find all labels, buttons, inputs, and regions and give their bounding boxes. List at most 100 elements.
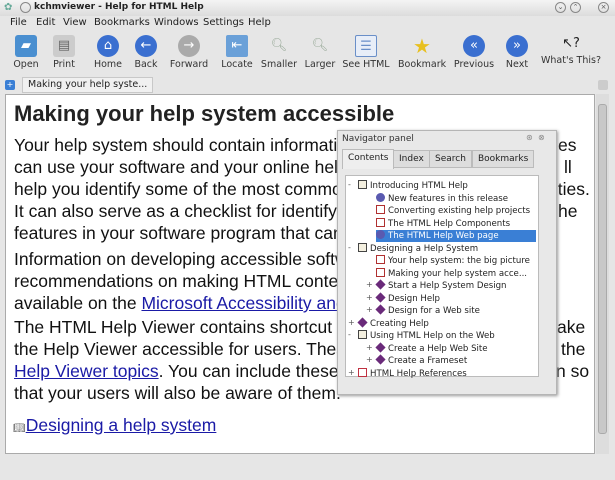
tree-item-label: New features in this release [388,193,509,204]
scrollbar-thumb[interactable] [598,104,607,434]
tree-item[interactable]: The HTML Help Components [376,217,510,230]
paragraph-line: recommendations on making HTML content [14,271,353,292]
tree-item[interactable]: Start a Help System Design [375,279,507,292]
home-button[interactable]: ⌂ Home [90,31,126,75]
tree-item[interactable]: The HTML Help Web page [376,230,536,242]
tab-index[interactable]: Index [393,150,430,168]
vertical-scrollbar[interactable] [596,94,609,454]
menu-view[interactable]: View [63,17,87,28]
tab-search[interactable]: Search [429,150,472,168]
expand-toggle[interactable]: + [348,318,355,327]
inline-link[interactable]: Help Viewer topics [14,361,159,381]
tree-item[interactable]: Using HTML Help on the Web [358,330,495,342]
zoom-out-icon: 🔍︎ [270,38,288,53]
next-button[interactable]: » Next [502,31,532,75]
page-icon [376,267,385,277]
menu-edit[interactable]: Edit [36,17,55,28]
line-text: that your users will also be aware of th… [14,383,341,403]
line-text-right: es [558,135,577,155]
book-icon [358,367,367,377]
tree-item[interactable]: Create a Help Web Site [375,341,488,355]
larger-button[interactable]: 🔍︎ Larger [301,31,339,75]
expand-toggle[interactable]: + [366,355,373,364]
smaller-button[interactable]: 🔍︎ Smaller [259,31,299,75]
locate-icon: ⇤ [226,35,248,57]
tree-item[interactable]: Your help system: the big picture [376,255,530,267]
menu-file[interactable]: File [10,17,27,28]
line-text-right: ll [564,157,572,177]
tree-item[interactable]: Design Help [375,291,440,305]
tree-item[interactable]: Converting existing help projects [376,205,530,217]
line-text-right: ake [557,317,586,337]
menu-bookmarks[interactable]: Bookmarks [94,17,150,28]
line-text: available on the [14,293,142,313]
tree-item[interactable]: Creating Help [357,316,429,330]
tree-item[interactable]: Introducing HTML Help [358,180,468,192]
menu-windows[interactable]: Windows [154,17,199,28]
inline-link[interactable]: Microsoft Accessibility and [141,293,345,313]
collapse-toggle[interactable]: - [348,330,351,339]
see-html-button[interactable]: ☰ See HTML [342,31,390,75]
book-icon [375,304,386,315]
sticky-button[interactable] [20,2,31,13]
status-bar [0,456,615,480]
print-button[interactable]: ▤ Print [46,31,82,75]
line-text: . You can include these t [158,361,349,381]
page-icon [376,192,385,202]
tree-item[interactable]: HTML Help References [358,367,467,380]
expand-toggle[interactable]: + [366,280,373,289]
app-icon: ✿ [4,2,13,13]
close-button[interactable]: × [598,2,609,13]
designing-help-system-link[interactable]: Designing a help system [26,415,217,435]
navigator-title: Navigator panel [342,134,414,144]
menu-settings[interactable]: Settings [203,17,244,28]
menu-help[interactable]: Help [248,17,271,28]
tree-item[interactable]: Designing a Help System [358,242,478,255]
line-text: features in your software program that c… [14,223,358,243]
locate-button[interactable]: ⇤ Locate [218,31,256,75]
expand-toggle[interactable]: + [366,305,373,314]
line-text: Information on developing accessible sof… [14,249,348,269]
paragraph-line: available on the Microsoft Accessibility… [14,293,346,314]
forward-button[interactable]: → Forward [166,31,212,75]
minimize-button[interactable]: ⌄ [555,2,566,13]
expand-toggle[interactable]: + [366,293,373,302]
printer-icon: ▤ [53,35,75,57]
zoom-in-icon: 🔍︎ [311,38,329,53]
paragraph-line: Help Viewer topics. You can include thes… [14,361,348,382]
open-button[interactable]: ▰ Open [8,31,44,75]
float-panel-button[interactable]: ⊛ [526,133,533,142]
tree-item-label: Design Help [388,293,440,304]
paragraph-line: The HTML Help Viewer contains shortcut k… [14,317,355,338]
close-panel-button[interactable]: ⊗ [538,133,545,142]
folder-open-icon: ▰ [15,35,37,57]
whats-this-button[interactable]: ↖? What's This? [538,31,604,75]
collapse-toggle[interactable]: - [348,243,351,252]
paragraph-line: features in your software program that c… [14,223,357,244]
tab-bookmarks[interactable]: Bookmarks [472,150,535,168]
collapse-toggle[interactable]: - [348,180,351,189]
line-text: can use your software and your online he… [14,157,353,177]
close-tab-button[interactable] [598,80,608,90]
expand-toggle[interactable]: + [348,368,355,377]
tab-contents[interactable]: Contents [342,149,395,169]
bookmark-button[interactable]: ★ Bookmark [398,31,446,75]
tree-item[interactable]: Create a Frameset [375,354,468,367]
html-source-icon: ☰ [355,35,377,57]
line-text-right: n so [556,361,590,381]
maximize-button[interactable]: ⌃ [570,2,581,13]
back-button[interactable]: ← Back [128,31,164,75]
line-text-right: he [558,201,578,221]
expand-toggle[interactable]: + [366,343,373,352]
previous-button[interactable]: «Previous [452,31,496,75]
new-tab-button[interactable]: + [5,80,15,90]
tab-bar: + Making your help syste... [0,76,615,94]
book-icon [375,354,386,365]
tree-item[interactable]: New features in this release [376,192,509,205]
tree-item[interactable]: Making your help system acce... [376,267,527,280]
page-icon [376,205,385,214]
tree-item-label: Using HTML Help on the Web [370,331,495,341]
tab-current-page[interactable]: Making your help syste... [22,77,154,93]
tree-item[interactable]: Design for a Web site [375,304,480,317]
tree-item-label: Create a Frameset [388,356,468,366]
